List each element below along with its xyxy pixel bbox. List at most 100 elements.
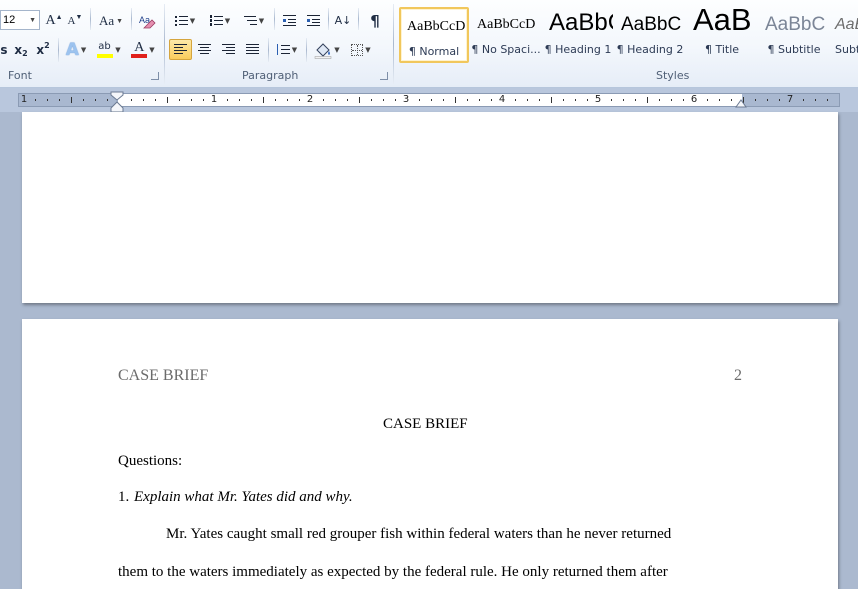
horizontal-ruler[interactable]: 1 1 2 3 4 5 6 7 [18,93,840,107]
styles-group-label: Styles [656,69,690,82]
align-left-icon [174,44,187,55]
ruler-tick [455,97,456,103]
ruler-tick [323,99,324,101]
ruler-number: 6 [690,94,698,105]
ruler-tick [515,99,516,101]
caret-down-icon: ▼ [75,12,83,21]
align-center-icon [198,44,211,55]
first-line-indent-marker-icon[interactable] [110,91,124,113]
ruler-tick [95,99,96,101]
ruler-number: 1 [210,94,218,105]
style-heading-2[interactable]: AaBbC ¶ Heading 2 [615,7,685,63]
ruler-tick [419,99,420,101]
font-color-button[interactable]: A ▼ [128,39,158,60]
change-case-button[interactable]: Aa ▼ [96,10,126,31]
clear-formatting-icon: Aa [139,15,156,28]
ruler-tick [671,99,672,101]
style-subtle-emphasis[interactable]: AaBb Subtl [831,7,858,63]
ruler-number: 1 [20,94,28,105]
ruler-tick [575,99,576,101]
align-center-button[interactable] [193,39,216,60]
style-normal[interactable]: AaBbCcD ¶ Normal [399,7,469,63]
ruler-tick [191,99,192,101]
divider [358,8,359,30]
increase-indent-button[interactable] [302,10,324,31]
numbering-button[interactable]: ▼ [204,10,236,31]
chevron-down-icon: ▼ [80,45,87,54]
multilevel-list-button[interactable]: ▼ [238,10,270,31]
decrease-indent-button[interactable] [278,10,300,31]
questions-label: Questions: [118,453,183,469]
ruler-tick [815,99,816,101]
line-spacing-button[interactable]: ▼ [272,39,302,60]
chevron-down-icon: ▼ [115,45,121,54]
ruler-tick [35,99,36,101]
style-subtitle[interactable]: AaBbC ¶ Subtitle [759,7,829,63]
chevron-down-icon: ▼ [189,16,196,25]
ruler-tick [539,99,540,101]
ruler-tick [731,99,732,101]
font-dialog-launcher-icon[interactable] [151,72,159,80]
font-size-value: 12 [3,14,16,26]
align-right-icon [222,44,235,55]
ruler-tick [83,99,84,101]
right-indent-marker-icon[interactable] [735,96,747,108]
ruler-tick [143,99,144,101]
shrink-font-button[interactable]: A ▼ [66,10,84,31]
ruler-tick [479,99,480,101]
numbering-icon [209,15,223,26]
text-highlight-button[interactable]: ab ▼ [94,39,124,60]
ruler-tick [635,99,636,101]
document-page-2[interactable]: CASE BRIEF 2 CASE BRIEF Questions: 1. Ex… [22,319,838,589]
ruler-tick [347,99,348,101]
shading-button[interactable]: ▼ [312,39,342,60]
ruler-number: 4 [498,94,506,105]
ruler-number: 7 [786,94,794,105]
superscript-button[interactable]: x2 [32,39,54,60]
ruler-number: 2 [306,94,314,105]
paragraph-dialog-launcher-icon[interactable] [380,72,388,80]
ruler-tick [587,99,588,101]
ruler-tick [467,99,468,101]
chevron-down-icon[interactable]: ▼ [29,12,36,30]
borders-button[interactable]: ▼ [346,39,376,60]
style-no-spacing[interactable]: AaBbCcD ¶ No Spaci... [471,7,541,63]
ruler-tick [263,97,264,103]
font-size-combobox[interactable]: 12 ▼ [0,10,40,30]
ruler-tick [251,99,252,101]
ruler-tick [299,99,300,101]
question-1-text: Explain what Mr. Yates did and why. [134,489,353,505]
style-title[interactable]: AaB ¶ Title [687,7,757,63]
subscript-button[interactable]: x2 [10,39,32,60]
justify-button[interactable] [241,39,264,60]
align-left-button[interactable] [169,39,192,60]
sort-button[interactable]: A↓ [332,10,354,31]
font-group-label: Font [8,69,32,82]
divider [328,8,329,30]
show-hide-marks-button[interactable]: ¶ [364,10,386,31]
ruler-tick [491,99,492,101]
text-effects-button[interactable]: A ▼ [62,39,90,60]
ruler-tick [767,99,768,101]
styles-gallery: AaBbCcD ¶ Normal AaBbCcD ¶ No Spaci... A… [399,5,858,65]
chevron-down-icon: ▼ [258,16,265,25]
strikethrough-button[interactable]: s [0,39,8,60]
ruler-tick [155,99,156,101]
style-heading-1[interactable]: AaBbC ¶ Heading 1 [543,7,613,63]
bullets-button[interactable]: ▼ [170,10,200,31]
multilevel-list-icon [243,15,257,26]
ruler-tick [239,99,240,101]
ruler-tick [707,99,708,101]
pilcrow-icon: ¶ [370,11,380,30]
ruler-tick [59,99,60,101]
clear-formatting-button[interactable]: Aa [136,10,158,31]
document-page-1[interactable] [22,112,838,303]
align-right-button[interactable] [217,39,240,60]
chevron-down-icon: ▼ [291,45,298,54]
divider [90,8,91,30]
font-color-icon: A [131,40,148,59]
decrease-indent-icon [282,15,296,26]
ruler-tick [563,99,564,101]
bullets-icon [174,15,188,26]
grow-font-button[interactable]: A ▲ [44,10,64,31]
